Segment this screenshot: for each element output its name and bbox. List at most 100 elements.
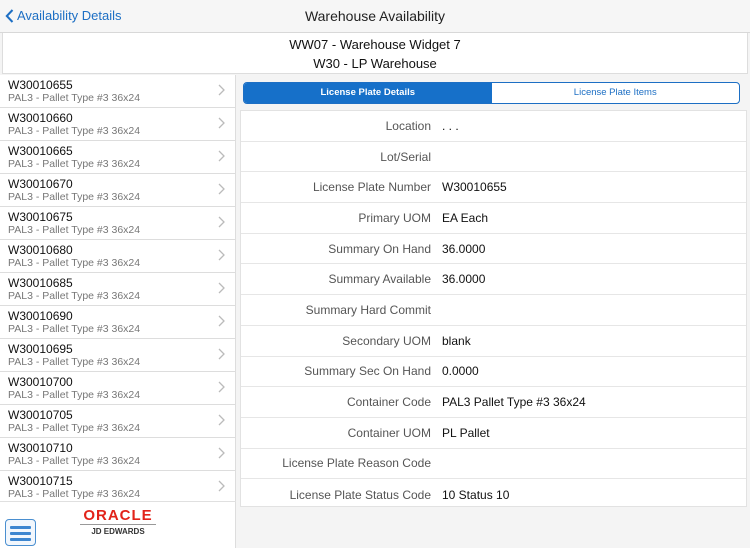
detail-label: Summary On Hand [328,241,431,256]
detail-label: Container Code [346,395,431,410]
list-item-code: W30010695 [8,342,73,356]
tab-license-plate-items[interactable]: License Plate Items [492,83,740,103]
detail-value: EA Each [442,210,489,225]
list-item-desc: PAL3 - Pallet Type #3 36x24 [8,92,141,104]
list-item-desc: PAL3 - Pallet Type #3 36x24 [8,224,141,236]
detail-label: Summary Sec On Hand [304,364,431,379]
detail-row-lot-serial: Lot/Serial [241,142,746,173]
detail-value: PL Pallet [442,425,490,440]
detail-row-reason-code: License Plate Reason Code [241,449,746,480]
detail-label: Primary UOM [358,210,431,225]
list-item[interactable]: W30010660 PAL3 - Pallet Type #3 36x24 [0,108,235,141]
detail-label: Location [385,118,431,133]
detail-pane: License Plate Details License Plate Item… [237,75,750,548]
detail-label: Secondary UOM [342,333,431,348]
list-item-code: W30010710 [8,441,73,455]
oracle-logo-text: ORACLE [80,508,156,525]
detail-value: W30010655 [442,180,507,195]
detail-row-summary-on-hand: Summary On Hand 36.0000 [241,234,746,265]
page-title: Warehouse Availability [304,8,446,24]
list-item[interactable]: W30010680 PAL3 - Pallet Type #3 36x24 [0,240,235,273]
bottom-toolbar: ORACLE JD EDWARDS [0,501,236,548]
list-item-code: W30010680 [8,243,73,257]
list-item-code: W30010655 [8,78,73,92]
hamburger-menu-icon [10,538,31,541]
detail-row-primary-uom: Primary UOM EA Each [241,203,746,234]
chevron-right-icon [218,84,225,96]
chevron-right-icon [218,183,225,195]
detail-value: 36.0000 [442,241,486,256]
segmented-control: License Plate Details License Plate Item… [243,82,740,104]
list-item-desc: PAL3 - Pallet Type #3 36x24 [8,191,141,203]
list-item[interactable]: W30010665 PAL3 - Pallet Type #3 36x24 [0,141,235,174]
chevron-right-icon [218,282,225,294]
list-item-desc: PAL3 - Pallet Type #3 36x24 [8,125,141,137]
list-item[interactable]: W30010670 PAL3 - Pallet Type #3 36x24 [0,174,235,207]
list-item-desc: PAL3 - Pallet Type #3 36x24 [8,422,141,434]
detail-label: Container UOM [347,425,431,440]
list-item[interactable]: W30010655 PAL3 - Pallet Type #3 36x24 [0,75,235,108]
detail-value: 36.0000 [442,272,486,287]
list-item-code: W30010660 [8,111,73,125]
chevron-right-icon [218,414,225,426]
branch-plant-label: WW07 - Warehouse Widget 7 [289,37,461,52]
chevron-right-icon [218,480,225,492]
warehouse-header: WW07 - Warehouse Widget 7 W30 - LP Wareh… [2,33,748,74]
list-item-desc: PAL3 - Pallet Type #3 36x24 [8,257,141,269]
list-item-desc: PAL3 - Pallet Type #3 36x24 [8,356,141,368]
detail-row-container-code: Container Code PAL3 Pallet Type #3 36x24 [241,387,746,418]
detail-value: . . . [442,118,459,133]
detail-label: License Plate Reason Code [282,456,431,471]
chevron-right-icon [218,249,225,261]
list-item[interactable]: W30010695 PAL3 - Pallet Type #3 36x24 [0,339,235,372]
list-item-code: W30010675 [8,210,73,224]
detail-row-container-uom: Container UOM PL Pallet [241,418,746,449]
detail-row-summary-sec-on-hand: Summary Sec On Hand 0.0000 [241,357,746,388]
details-table: Location . . . Lot/Serial License Plate N… [240,110,747,507]
list-item[interactable]: W30010685 PAL3 - Pallet Type #3 36x24 [0,273,235,306]
list-item[interactable]: W30010690 PAL3 - Pallet Type #3 36x24 [0,306,235,339]
list-item-desc: PAL3 - Pallet Type #3 36x24 [8,290,141,302]
list-item[interactable]: W30010710 PAL3 - Pallet Type #3 36x24 [0,438,235,471]
chevron-right-icon [218,348,225,360]
warehouse-label: W30 - LP Warehouse [313,56,437,71]
list-item-code: W30010670 [8,177,73,191]
jd-edwards-logo-text: JD EDWARDS [91,527,145,536]
list-item[interactable]: W30010705 PAL3 - Pallet Type #3 36x24 [0,405,235,438]
detail-row-secondary-uom: Secondary UOM blank [241,326,746,357]
detail-value: PAL3 Pallet Type #3 36x24 [442,395,586,410]
hamburger-menu-icon [10,526,31,529]
list-item[interactable]: W30010700 PAL3 - Pallet Type #3 36x24 [0,372,235,405]
hamburger-menu-icon [10,532,31,535]
list-item-code: W30010685 [8,276,73,290]
detail-row-summary-available: Summary Available 36.0000 [241,264,746,296]
detail-row-summary-hard-commit: Summary Hard Commit [241,295,746,326]
detail-label: License Plate Number [312,180,431,195]
detail-value: 10 Status 10 [442,487,510,502]
tab-license-plate-details[interactable]: License Plate Details [244,83,492,103]
list-item-desc: PAL3 - Pallet Type #3 36x24 [8,158,141,170]
list-item-code: W30010690 [8,309,73,323]
hamburger-menu-button[interactable] [5,519,36,546]
list-item-desc: PAL3 - Pallet Type #3 36x24 [8,455,141,467]
oracle-jd-edwards-logo: ORACLE JD EDWARDS [80,508,156,538]
chevron-right-icon [218,447,225,459]
chevron-right-icon [218,150,225,162]
detail-row-status-code: License Plate Status Code 10 Status 10 [241,479,746,510]
chevron-right-icon [218,216,225,228]
detail-label: Summary Available [328,272,432,287]
chevron-right-icon [218,315,225,327]
list-item-desc: PAL3 - Pallet Type #3 36x24 [8,488,141,500]
navigation-bar: Availability Details Warehouse Availabil… [0,0,750,33]
detail-label: Lot/Serial [380,149,431,164]
list-item-desc: PAL3 - Pallet Type #3 36x24 [8,323,141,335]
detail-row-license-plate-number: License Plate Number W30010655 [241,172,746,204]
list-item[interactable]: W30010715 PAL3 - Pallet Type #3 36x24 [0,471,235,504]
detail-value: blank [442,333,471,348]
detail-label: License Plate Status Code [289,487,431,502]
detail-label: Summary Hard Commit [305,302,431,317]
chevron-right-icon [218,117,225,129]
list-item[interactable]: W30010675 PAL3 - Pallet Type #3 36x24 [0,207,235,240]
list-item-desc: PAL3 - Pallet Type #3 36x24 [8,389,141,401]
chevron-right-icon [218,381,225,393]
